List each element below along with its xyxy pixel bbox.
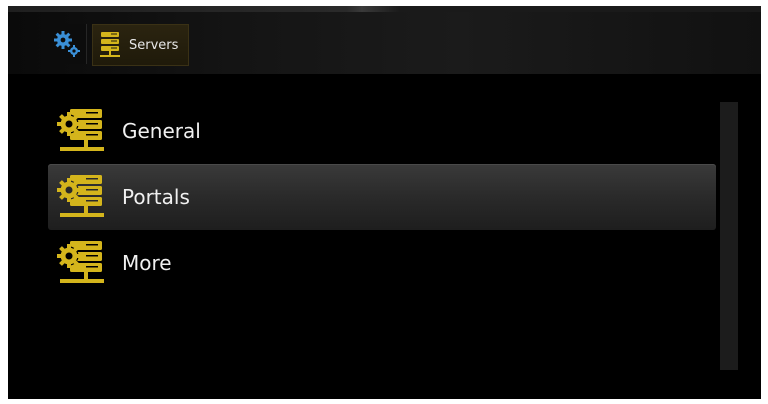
header-bar: Servers: [8, 12, 761, 74]
app-screen: Servers General Portals More: [8, 6, 761, 399]
server-gear-icon: [57, 109, 104, 151]
menu-item-label: More: [122, 251, 172, 275]
menu-item-general[interactable]: General: [48, 98, 716, 164]
menu-item-label: General: [122, 119, 201, 143]
server-stack-icon: [100, 32, 120, 57]
menu-item-label: Portals: [122, 185, 190, 209]
menu-item-portals[interactable]: Portals: [48, 164, 716, 230]
servers-tab-label: Servers: [129, 37, 179, 53]
server-gear-icon: [57, 175, 104, 217]
gears-icon: [54, 31, 80, 57]
menu-item-more[interactable]: More: [48, 230, 716, 296]
servers-tab[interactable]: Servers: [92, 24, 190, 66]
scrollbar[interactable]: [720, 102, 738, 370]
server-gear-icon: [57, 241, 104, 283]
settings-tab[interactable]: [48, 24, 87, 64]
menu-list: General Portals More: [48, 98, 716, 296]
